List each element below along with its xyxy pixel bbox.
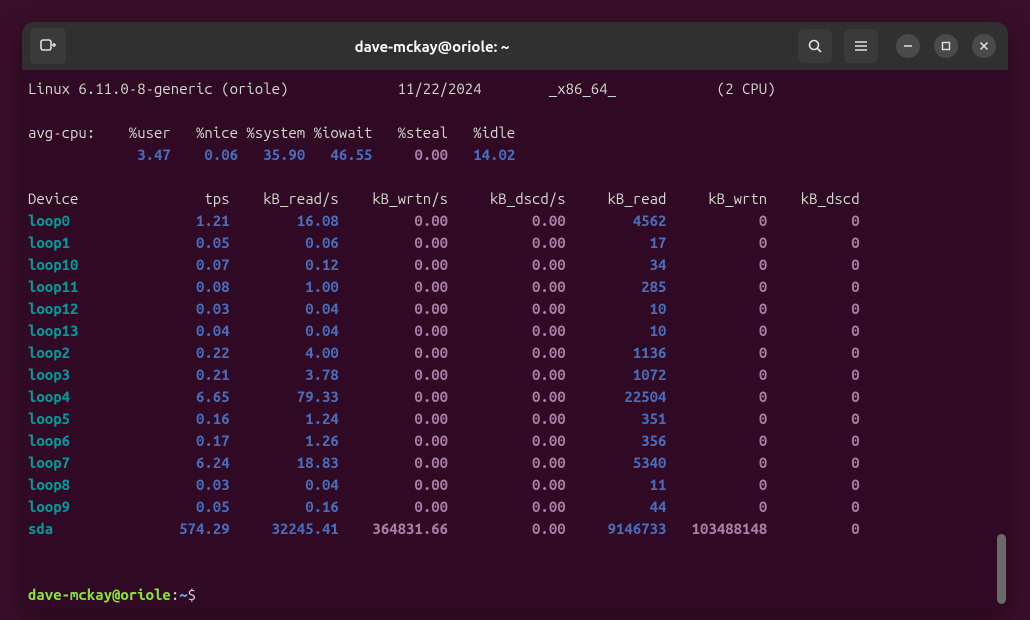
device-row: loop13 0.04 0.04 0.00 0.00 10 0 0 [28,320,1004,342]
terminal-body[interactable]: Linux 6.11.0-8-generic (oriole) 11/22/20… [22,70,1008,610]
device-row: loop2 0.22 4.00 0.00 0.00 1136 0 0 [28,342,1004,364]
terminal-output: Linux 6.11.0-8-generic (oriole) 11/22/20… [28,78,1004,606]
titlebar: dave-mckay@oriole: ~ [22,22,1008,70]
close-icon [979,41,989,51]
shell-prompt: dave-mckay@oriole:~$ [28,584,1004,606]
cpu-values: 3.47 0.06 35.90 46.55 0.00 14.02 [28,144,1004,166]
search-button[interactable] [798,29,832,63]
device-row: loop9 0.05 0.16 0.00 0.00 44 0 0 [28,496,1004,518]
device-row: loop3 0.21 3.78 0.00 0.00 1072 0 0 [28,364,1004,386]
window-title: dave-mckay@oriole: ~ [66,38,798,55]
new-tab-button[interactable] [30,28,66,64]
device-row: loop12 0.03 0.04 0.00 0.00 10 0 0 [28,298,1004,320]
system-line: Linux 6.11.0-8-generic (oriole) 11/22/20… [28,80,776,97]
scrollbar-thumb[interactable] [997,534,1006,604]
device-row: sda 574.29 32245.41 364831.66 0.00 91467… [28,518,1004,540]
device-row: loop11 0.08 1.00 0.00 0.00 285 0 0 [28,276,1004,298]
device-header: Device tps kB_read/s kB_wrtn/s kB_dscd/s… [28,188,1004,210]
close-button[interactable] [972,34,996,58]
device-row: loop5 0.16 1.24 0.00 0.00 351 0 0 [28,408,1004,430]
device-row: loop4 6.65 79.33 0.00 0.00 22504 0 0 [28,386,1004,408]
maximize-button[interactable] [934,34,958,58]
cpu-header: avg-cpu: %user %nice %system %iowait %st… [28,122,1004,144]
device-row: loop6 0.17 1.26 0.00 0.00 356 0 0 [28,430,1004,452]
device-row: loop8 0.03 0.04 0.00 0.00 11 0 0 [28,474,1004,496]
device-row: loop0 1.21 16.08 0.00 0.00 4562 0 0 [28,210,1004,232]
maximize-icon [941,41,951,51]
minimize-button[interactable] [896,34,920,58]
hamburger-icon [853,38,869,54]
terminal-window: dave-mckay@oriole: ~ [22,22,1008,610]
new-tab-icon [40,38,56,54]
minimize-icon [903,41,913,51]
device-row: loop1 0.05 0.06 0.00 0.00 17 0 0 [28,232,1004,254]
search-icon [807,38,823,54]
menu-button[interactable] [844,29,878,63]
device-row: loop10 0.07 0.12 0.00 0.00 34 0 0 [28,254,1004,276]
device-row: loop7 6.24 18.83 0.00 0.00 5340 0 0 [28,452,1004,474]
